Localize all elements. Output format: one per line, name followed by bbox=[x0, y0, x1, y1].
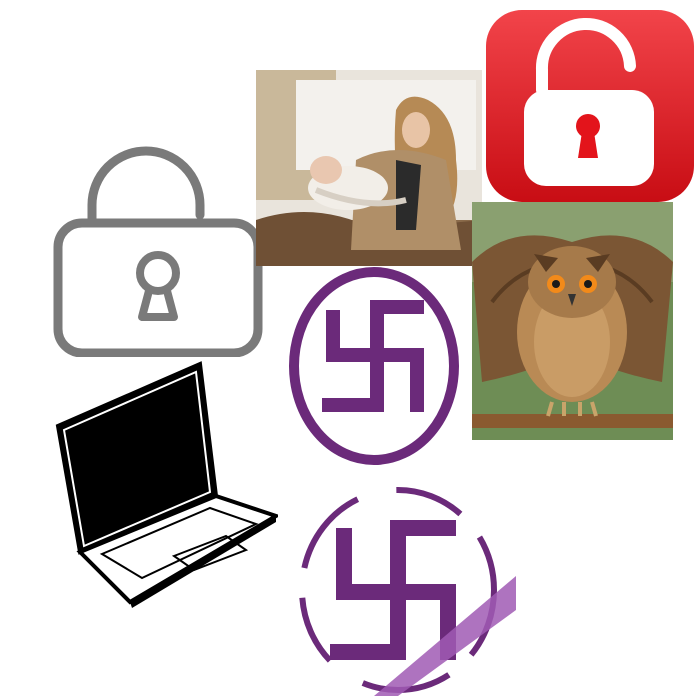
purple-swastika-crossed-out-symbol bbox=[290, 480, 516, 696]
red-unlocked-padlock-app-icon bbox=[484, 8, 696, 204]
eagle-owl-spreading-wings-photo bbox=[472, 202, 673, 440]
mother-holding-baby-photo bbox=[256, 70, 482, 266]
laptop-line-drawing-icon bbox=[50, 356, 278, 612]
open-padlock-outline-icon bbox=[52, 145, 264, 357]
purple-swastika-in-circle-symbol bbox=[286, 264, 462, 468]
